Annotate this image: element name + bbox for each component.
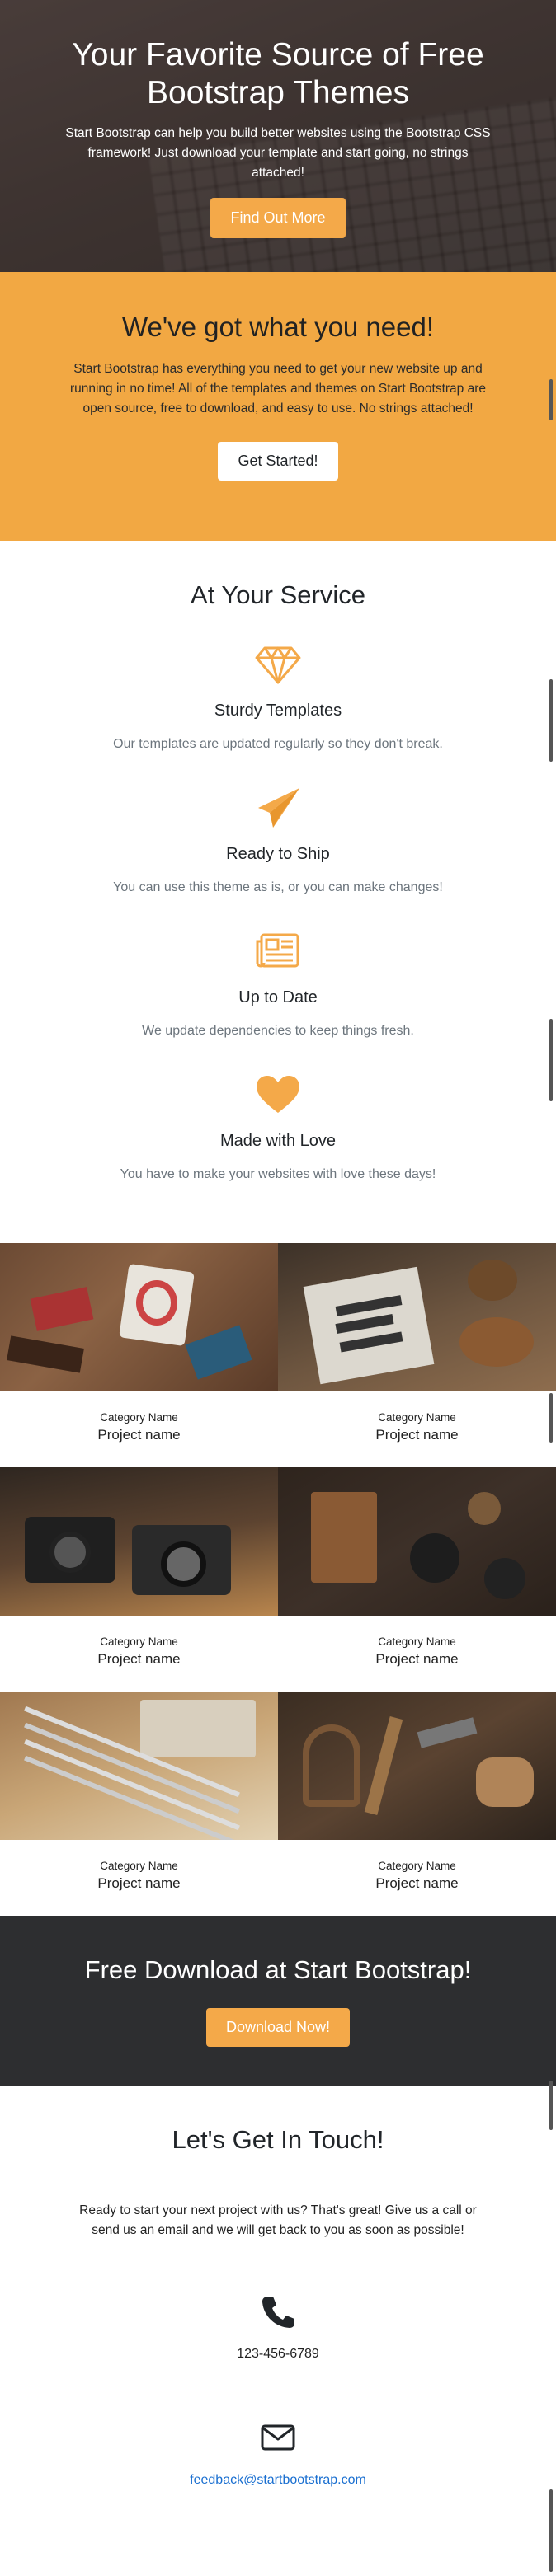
service-item: Ready to Ship You can use this theme as … [0,786,556,895]
find-out-more-button[interactable]: Find Out More [210,198,346,238]
service-item: Made with Love You have to make your web… [0,1073,556,1182]
project-name: Project name [97,1875,181,1891]
download-title: Free Download at Start Bootstrap! [84,1955,472,1984]
project-image [0,1467,278,1616]
portfolio-item[interactable]: Category Name Project name [278,1467,556,1692]
envelope-icon [261,2424,295,2451]
download-section: Free Download at Start Bootstrap! Downlo… [0,1916,556,2086]
portfolio-item[interactable]: Category Name Project name [278,1243,556,1467]
project-name: Project name [375,1651,459,1667]
email-link[interactable]: feedback@startbootstrap.com [190,2473,366,2487]
service-text: You can use this theme as is, or you can… [113,880,443,894]
service-title: Ready to Ship [226,845,330,863]
heart-icon [257,1076,299,1113]
project-category: Category Name [378,1635,456,1648]
scroll-indicator [549,379,553,420]
hero-text: Start Bootstrap can help you build bette… [65,126,491,180]
email-block: feedback@startbootstrap.com [0,2419,556,2488]
service-text: Our templates are updated regularly so t… [113,737,443,751]
about-title: We've got what you need! [121,312,435,342]
about-text: Start Bootstrap has everything you need … [69,362,487,415]
scroll-indicator [549,2081,553,2130]
phone-number: 123-456-6789 [237,2347,319,2361]
project-category: Category Name [100,1635,178,1648]
service-text: We update dependencies to keep things fr… [142,1024,414,1038]
project-category: Category Name [378,1411,456,1424]
project-image [278,1467,556,1616]
service-item: Sturdy Templates Our templates are updat… [0,643,556,752]
scroll-indicator [549,1393,553,1443]
newspaper-icon [256,933,299,968]
portfolio-section: Category Name Project name Category Name… [0,1243,556,1916]
get-started-button[interactable]: Get Started! [218,442,338,481]
portfolio-item[interactable]: Category Name Project name [0,1243,278,1467]
project-category: Category Name [100,1860,178,1872]
portfolio-item[interactable]: Category Name Project name [0,1467,278,1692]
services-title: At Your Service [191,580,365,609]
hero-title: Your Favorite Source of Free Bootstrap T… [72,37,484,110]
phone-block: 123-456-6789 [0,2293,556,2362]
hero-section: Your Favorite Source of Free Bootstrap T… [0,0,556,272]
contact-section: Let's Get In Touch! Ready to start your … [0,2086,556,2576]
project-category: Category Name [100,1411,178,1424]
about-section: We've got what you need! Start Bootstrap… [0,272,556,541]
services-section: At Your Service Sturdy Templates Our tem… [0,541,556,1243]
project-category: Category Name [378,1860,456,1872]
contact-text: Ready to start your next project with us… [79,2203,477,2237]
scroll-indicator [549,2489,553,2572]
project-name: Project name [375,1427,459,1443]
project-name: Project name [375,1875,459,1891]
service-text: You have to make your websites with love… [120,1167,436,1181]
scroll-indicator [549,1019,553,1101]
gem-icon [255,646,301,684]
project-image [0,1243,278,1391]
scroll-indicator [549,679,553,762]
portfolio-item[interactable]: Category Name Project name [278,1692,556,1916]
project-image [278,1243,556,1391]
project-name: Project name [97,1427,181,1443]
download-now-button[interactable]: Download Now! [205,2008,351,2047]
service-title: Up to Date [238,988,318,1006]
project-image [278,1692,556,1840]
portfolio-item[interactable]: Category Name Project name [0,1692,278,1916]
phone-icon [262,2297,294,2328]
service-title: Sturdy Templates [214,701,342,720]
contact-title: Let's Get In Touch! [172,2125,384,2154]
project-image [0,1692,278,1840]
service-item: Up to Date We update dependencies to kee… [0,930,556,1039]
paper-plane-icon [258,788,299,828]
project-name: Project name [97,1651,181,1667]
service-title: Made with Love [219,1132,337,1150]
